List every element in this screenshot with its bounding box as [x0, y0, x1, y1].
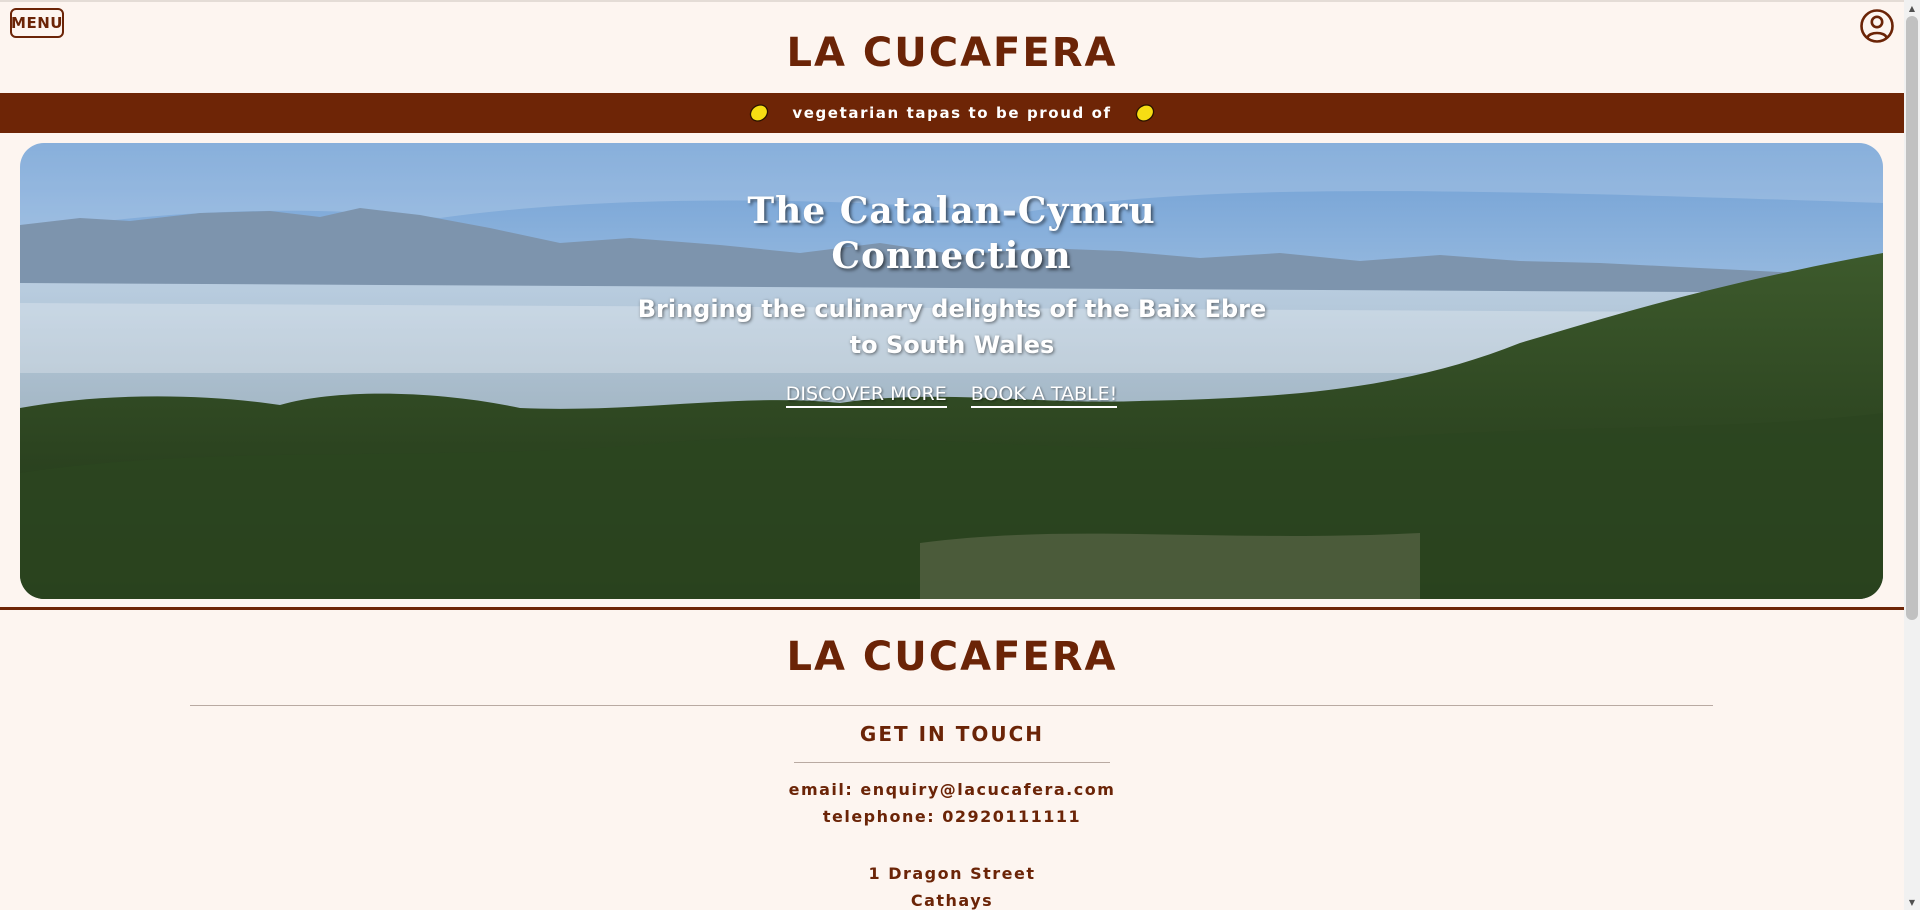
- section-divider: [0, 607, 1904, 610]
- address-line2: Cathays: [910, 891, 994, 910]
- lemon-icon: [1135, 104, 1154, 122]
- top-border: [0, 0, 1904, 2]
- hero-actions: DISCOVER MORE BOOK A TABLE!: [20, 383, 1883, 408]
- site-logo[interactable]: LA CUCAFERA: [0, 30, 1904, 76]
- book-table-link[interactable]: BOOK A TABLE!: [970, 383, 1118, 408]
- footer-logo: LA CUCAFERA: [786, 634, 1118, 680]
- hero-title-line2: Connection: [831, 235, 1072, 277]
- scroll-down-arrow-icon[interactable]: ▼: [1904, 894, 1920, 910]
- telephone-text[interactable]: telephone: 02920111111: [0, 807, 1904, 826]
- email-text[interactable]: email: enquiry@lacucafera.com: [0, 780, 1904, 799]
- get-in-touch-heading: GET IN TOUCH: [859, 722, 1045, 746]
- hero-title-line1: The Catalan-Cymru: [747, 190, 1156, 232]
- hero-section: The Catalan-Cymru Connection Bringing th…: [20, 143, 1883, 599]
- footer-divider: [190, 705, 1713, 706]
- scrollbar-thumb[interactable]: [1906, 16, 1918, 620]
- heading-divider: [794, 762, 1110, 763]
- hero-subtitle: Bringing the culinary delights of the Ba…: [637, 295, 1267, 359]
- tagline-text: vegetarian tapas to be proud of: [792, 104, 1112, 122]
- lemon-icon: [750, 104, 769, 122]
- discover-more-link[interactable]: DISCOVER MORE: [785, 383, 947, 408]
- tagline-banner: vegetarian tapas to be proud of: [0, 93, 1904, 133]
- scroll-up-arrow-icon[interactable]: ▲: [1904, 0, 1920, 16]
- address-line1: 1 Dragon Street: [868, 864, 1036, 883]
- hero-title: The Catalan-Cymru Connection: [20, 189, 1883, 279]
